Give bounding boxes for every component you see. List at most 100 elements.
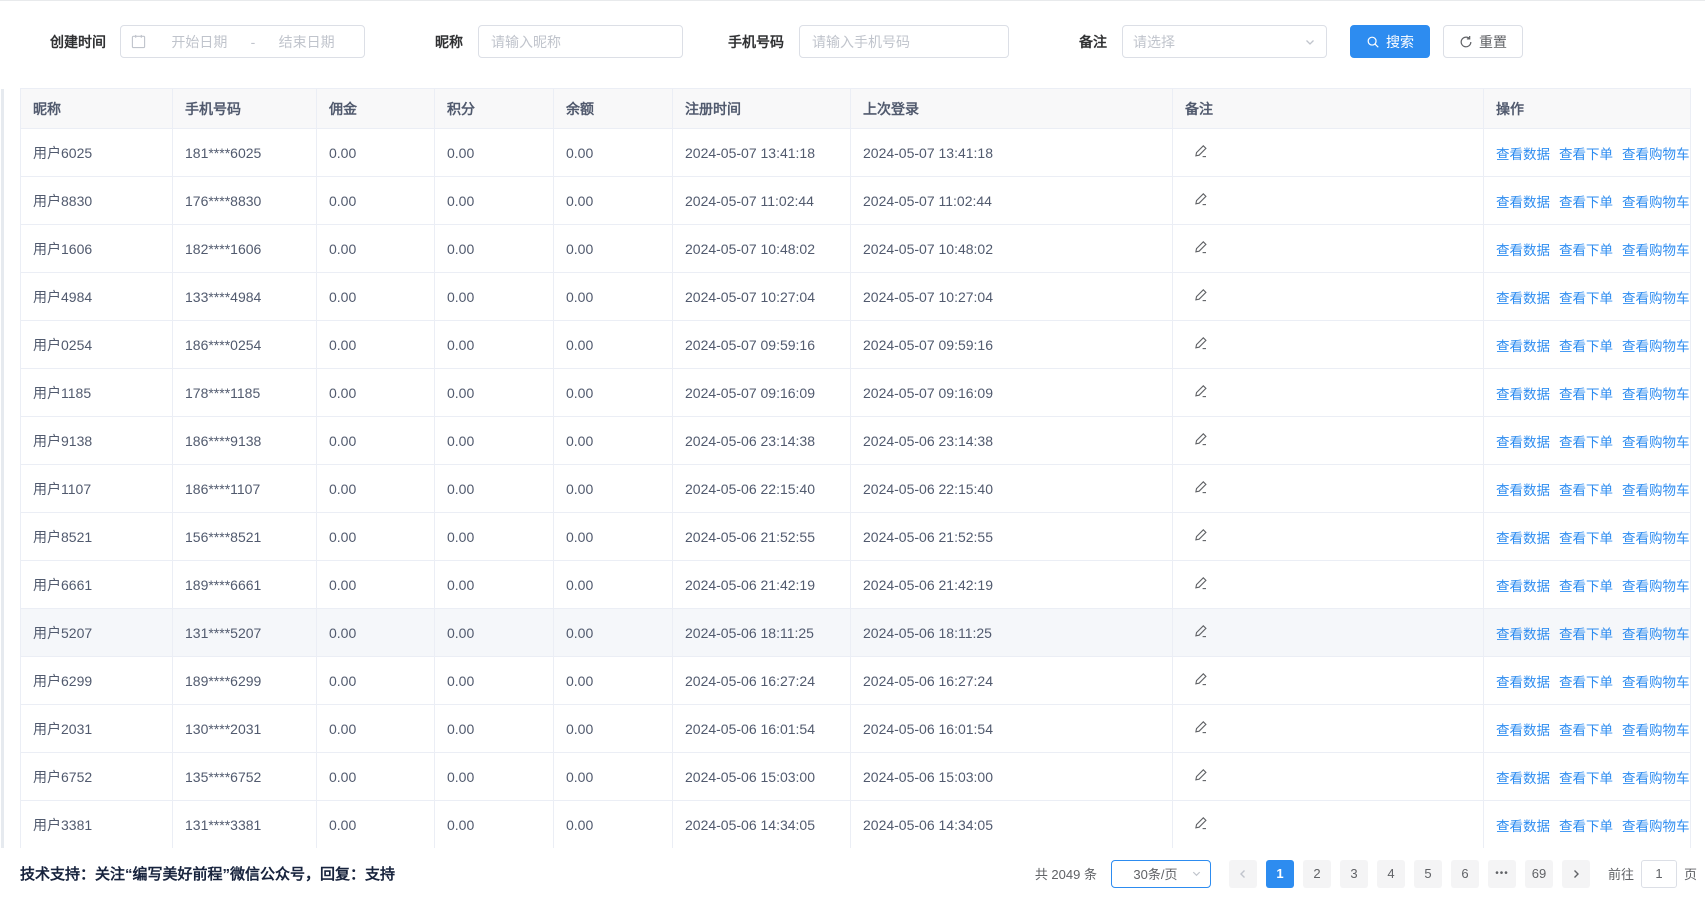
edit-remark-icon[interactable] [1185, 671, 1209, 687]
view-orders-link[interactable]: 查看下单 [1559, 771, 1613, 786]
next-page-button[interactable] [1562, 860, 1590, 888]
view-data-link[interactable]: 查看数据 [1496, 147, 1550, 162]
view-orders-link[interactable]: 查看下单 [1559, 531, 1613, 546]
page-button-3[interactable]: 3 [1340, 860, 1368, 888]
view-cart-link[interactable]: 查看购物车 [1622, 675, 1690, 690]
page-button-2[interactable]: 2 [1303, 860, 1331, 888]
prev-page-button[interactable] [1229, 860, 1257, 888]
view-orders-link[interactable]: 查看下单 [1559, 435, 1613, 450]
table-row: 用户6025181****60250.000.000.002024-05-07 … [21, 129, 1691, 177]
view-data-link[interactable]: 查看数据 [1496, 435, 1550, 450]
edit-remark-icon[interactable] [1185, 479, 1209, 495]
column-header-1: 手机号码 [173, 89, 317, 129]
view-orders-link[interactable]: 查看下单 [1559, 195, 1613, 210]
view-data-link[interactable]: 查看数据 [1496, 531, 1550, 546]
edit-remark-icon[interactable] [1185, 527, 1209, 543]
commission-cell: 0.00 [317, 465, 435, 513]
view-orders-link[interactable]: 查看下单 [1559, 339, 1613, 354]
register-time-cell: 2024-05-07 09:16:09 [673, 369, 851, 417]
edit-remark-icon[interactable] [1185, 623, 1209, 639]
view-cart-link[interactable]: 查看购物车 [1622, 435, 1690, 450]
column-header-4: 余额 [554, 89, 673, 129]
edit-remark-icon[interactable] [1185, 719, 1209, 735]
view-orders-link[interactable]: 查看下单 [1559, 819, 1613, 834]
nickname-cell: 用户8830 [21, 177, 173, 225]
view-cart-link[interactable]: 查看购物车 [1622, 819, 1690, 834]
edit-remark-icon[interactable] [1185, 767, 1209, 783]
page-button-1[interactable]: 1 [1266, 860, 1294, 888]
edit-remark-icon[interactable] [1185, 239, 1209, 255]
actions-cell: 查看数据查看下单查看购物车 [1484, 561, 1691, 609]
page-size-select[interactable]: 30条/页 [1111, 860, 1211, 888]
phone-input[interactable] [799, 25, 1009, 58]
view-orders-link[interactable]: 查看下单 [1559, 147, 1613, 162]
view-data-link[interactable]: 查看数据 [1496, 579, 1550, 594]
edit-remark-icon[interactable] [1185, 287, 1209, 303]
goto-page-input[interactable] [1641, 860, 1677, 888]
nickname-cell: 用户6752 [21, 753, 173, 801]
edit-remark-icon[interactable] [1185, 383, 1209, 399]
date-range-picker[interactable]: 开始日期 - 结束日期 [120, 25, 365, 58]
view-cart-link[interactable]: 查看购物车 [1622, 291, 1690, 306]
view-cart-link[interactable]: 查看购物车 [1622, 243, 1690, 258]
table-row: 用户1606182****16060.000.000.002024-05-07 … [21, 225, 1691, 273]
page-button-5[interactable]: 5 [1414, 860, 1442, 888]
view-cart-link[interactable]: 查看购物车 [1622, 483, 1690, 498]
register-time-cell: 2024-05-07 10:48:02 [673, 225, 851, 273]
nickname-input[interactable] [478, 25, 683, 58]
register-time-cell: 2024-05-07 10:27:04 [673, 273, 851, 321]
view-cart-link[interactable]: 查看购物车 [1622, 339, 1690, 354]
view-orders-link[interactable]: 查看下单 [1559, 675, 1613, 690]
view-cart-link[interactable]: 查看购物车 [1622, 531, 1690, 546]
edit-remark-icon[interactable] [1185, 575, 1209, 591]
view-data-link[interactable]: 查看数据 [1496, 675, 1550, 690]
view-orders-link[interactable]: 查看下单 [1559, 723, 1613, 738]
last-login-cell: 2024-05-07 10:27:04 [851, 273, 1173, 321]
view-data-link[interactable]: 查看数据 [1496, 387, 1550, 402]
view-data-link[interactable]: 查看数据 [1496, 339, 1550, 354]
edit-remark-icon[interactable] [1185, 335, 1209, 351]
edit-remark-icon[interactable] [1185, 143, 1209, 159]
search-button[interactable]: 搜索 [1350, 25, 1430, 58]
view-data-link[interactable]: 查看数据 [1496, 483, 1550, 498]
view-orders-link[interactable]: 查看下单 [1559, 243, 1613, 258]
tech-support-text: 技术支持：关注“编写美好前程”微信公众号，回复：支持 [20, 863, 395, 884]
view-data-link[interactable]: 查看数据 [1496, 627, 1550, 642]
table-row: 用户4984133****49840.000.000.002024-05-07 … [21, 273, 1691, 321]
view-cart-link[interactable]: 查看购物车 [1622, 627, 1690, 642]
view-orders-link[interactable]: 查看下单 [1559, 483, 1613, 498]
remark-cell [1173, 465, 1484, 513]
view-data-link[interactable]: 查看数据 [1496, 819, 1550, 834]
nickname-cell: 用户3381 [21, 801, 173, 849]
page-button-4[interactable]: 4 [1377, 860, 1405, 888]
view-cart-link[interactable]: 查看购物车 [1622, 195, 1690, 210]
view-cart-link[interactable]: 查看购物车 [1622, 771, 1690, 786]
view-cart-link[interactable]: 查看购物车 [1622, 723, 1690, 738]
view-orders-link[interactable]: 查看下单 [1559, 387, 1613, 402]
remark-select[interactable]: 请选择 [1122, 25, 1327, 58]
view-cart-link[interactable]: 查看购物车 [1622, 579, 1690, 594]
view-data-link[interactable]: 查看数据 [1496, 723, 1550, 738]
nickname-label: 昵称 [435, 32, 463, 52]
page-ellipsis-button[interactable]: ••• [1488, 860, 1516, 888]
page-button-6[interactable]: 6 [1451, 860, 1479, 888]
page-button-69[interactable]: 69 [1525, 860, 1553, 888]
end-date-placeholder[interactable]: 结束日期 [259, 32, 354, 52]
view-data-link[interactable]: 查看数据 [1496, 195, 1550, 210]
view-data-link[interactable]: 查看数据 [1496, 771, 1550, 786]
view-orders-link[interactable]: 查看下单 [1559, 579, 1613, 594]
edit-remark-icon[interactable] [1185, 191, 1209, 207]
view-data-link[interactable]: 查看数据 [1496, 291, 1550, 306]
register-time-cell: 2024-05-06 16:27:24 [673, 657, 851, 705]
nickname-cell: 用户0254 [21, 321, 173, 369]
commission-cell: 0.00 [317, 753, 435, 801]
start-date-placeholder[interactable]: 开始日期 [152, 32, 247, 52]
view-cart-link[interactable]: 查看购物车 [1622, 147, 1690, 162]
reset-button[interactable]: 重置 [1443, 25, 1523, 58]
edit-remark-icon[interactable] [1185, 815, 1209, 831]
view-orders-link[interactable]: 查看下单 [1559, 627, 1613, 642]
view-orders-link[interactable]: 查看下单 [1559, 291, 1613, 306]
edit-remark-icon[interactable] [1185, 431, 1209, 447]
view-data-link[interactable]: 查看数据 [1496, 243, 1550, 258]
view-cart-link[interactable]: 查看购物车 [1622, 387, 1690, 402]
